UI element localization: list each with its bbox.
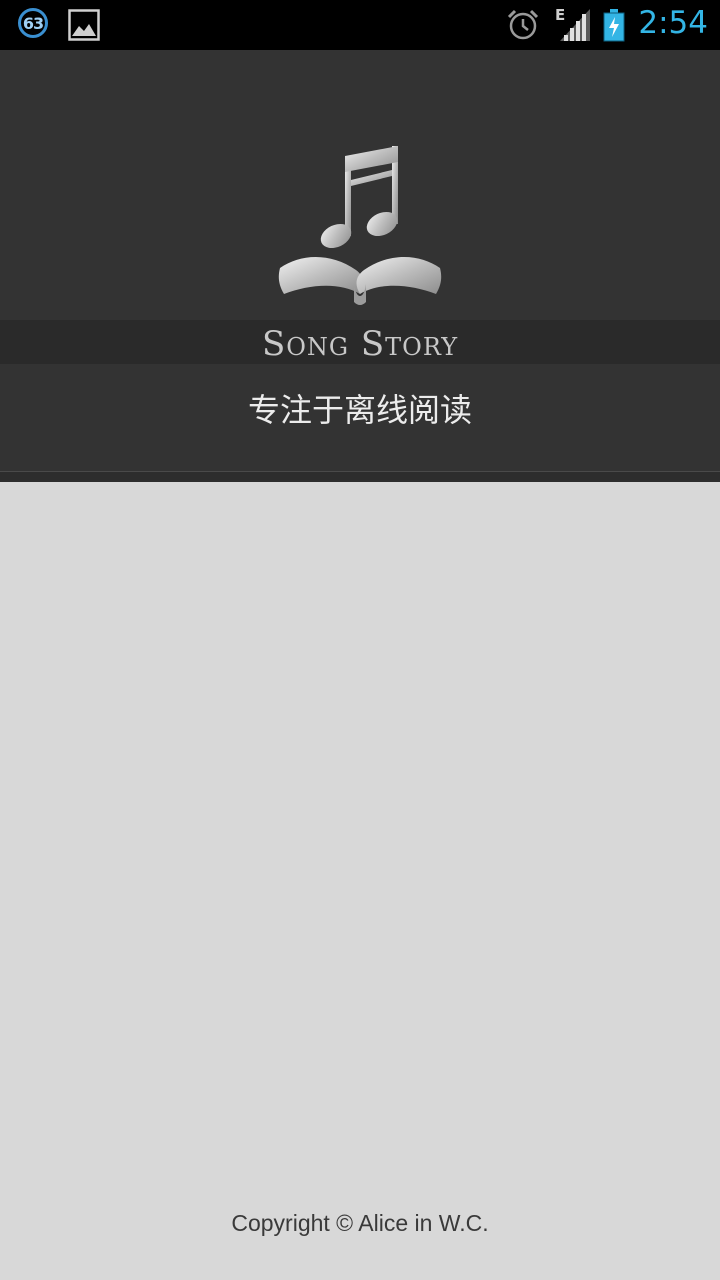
header-divider (0, 471, 720, 482)
notification-count: 63 (22, 13, 44, 33)
alarm-icon (507, 9, 539, 40)
signal-icon (560, 9, 590, 41)
brand-title: Song Story (261, 324, 459, 364)
copyright-text: Copyright © Alice in W.C. (231, 1210, 489, 1236)
app-header: Song Story 专注于离线阅读 (0, 50, 720, 471)
content-area (0, 482, 720, 1280)
battery-charging-icon (603, 9, 625, 42)
status-bar: 63 E 2:54 (0, 0, 720, 50)
image-icon (68, 9, 100, 41)
tagline: 专注于离线阅读 (247, 391, 472, 429)
music-note-book-icon (278, 146, 442, 305)
notification-count-icon: 63 (18, 8, 48, 38)
clock: 2:54 (638, 5, 708, 41)
